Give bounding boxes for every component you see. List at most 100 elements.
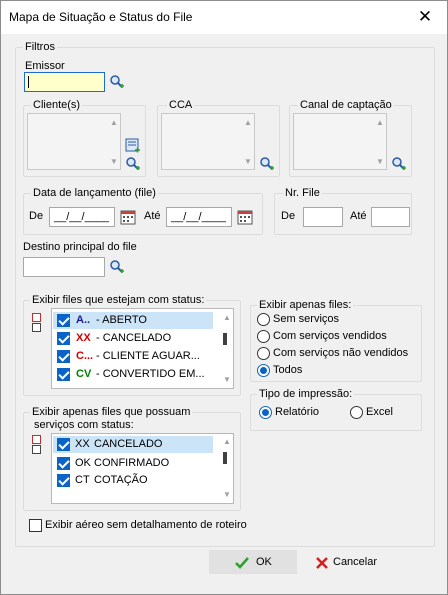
status-item-cliente-aguar[interactable]: C... - CLIENTE AGUAR... bbox=[53, 348, 213, 365]
nr-file-label: Nr. File bbox=[283, 187, 322, 199]
close-icon[interactable]: ✕ bbox=[415, 7, 435, 27]
emissor-label: Emissor bbox=[25, 60, 65, 72]
canal-list[interactable]: ▲ ▼ bbox=[293, 113, 387, 170]
status-text: - ABERTO bbox=[96, 314, 147, 326]
status-checkbox[interactable] bbox=[57, 350, 70, 363]
status-files-label: Exibir files que estejam com status: bbox=[30, 294, 207, 306]
deselect-all-icon[interactable] bbox=[32, 445, 41, 454]
calendar-icon[interactable] bbox=[237, 209, 253, 225]
radio-todos[interactable] bbox=[257, 364, 270, 377]
cliente-label: Cliente(s) bbox=[31, 99, 83, 111]
emissor-input[interactable] bbox=[24, 72, 105, 92]
status-item-cancelado[interactable]: XX - CANCELADO bbox=[53, 330, 213, 347]
nr-file-de-label: De bbox=[281, 210, 296, 222]
destino-label: Destino principal do file bbox=[23, 241, 137, 253]
scroll-up-icon[interactable]: ▲ bbox=[110, 118, 118, 127]
cca-list[interactable]: ▲ ▼ bbox=[161, 113, 255, 170]
servico-item-confirmado[interactable]: OK CONFIRMADO bbox=[53, 455, 213, 472]
data-ate-input[interactable]: __/__/____ bbox=[166, 207, 232, 227]
status-item-convertido[interactable]: CV - CONVERTIDO EM... bbox=[53, 366, 213, 383]
servico-code: XX bbox=[75, 438, 90, 450]
title-bar: Mapa de Situação e Status do File ✕ bbox=[1, 1, 447, 34]
radio-com-servicos-vendidos-label: Com serviços vendidos bbox=[273, 330, 387, 342]
cross-icon bbox=[316, 557, 328, 569]
cancel-button[interactable]: Cancelar bbox=[303, 550, 391, 574]
scroll-down-icon[interactable]: ▼ bbox=[244, 157, 252, 166]
status-checkbox[interactable] bbox=[57, 314, 70, 327]
destino-search-icon[interactable] bbox=[109, 259, 125, 275]
aereo-label: Exibir aéreo sem detalhamento de roteiro bbox=[45, 519, 247, 531]
scrollbar-thumb[interactable] bbox=[223, 452, 227, 464]
window-title: Mapa de Situação e Status do File bbox=[9, 10, 193, 24]
data-de-label: De bbox=[29, 210, 44, 222]
scroll-down-icon[interactable]: ▼ bbox=[223, 490, 231, 499]
status-text: - CLIENTE AGUAR... bbox=[96, 350, 200, 362]
data-lancamento-label: Data de lançamento (file) bbox=[31, 187, 158, 199]
canal-label: Canal de captação bbox=[298, 99, 394, 111]
scrollbar-thumb[interactable] bbox=[223, 333, 227, 345]
tipo-impressao-label: Tipo de impressão: bbox=[257, 388, 355, 400]
nr-file-ate-input[interactable] bbox=[371, 207, 410, 227]
servico-item-cancelado[interactable]: XX CANCELADO bbox=[53, 436, 213, 453]
scroll-up-icon[interactable]: ▲ bbox=[244, 118, 252, 127]
radio-relatorio-label: Relatório bbox=[275, 406, 320, 418]
scroll-up-icon[interactable]: ▲ bbox=[223, 437, 231, 446]
servico-checkbox[interactable] bbox=[57, 457, 70, 470]
servico-checkbox[interactable] bbox=[57, 474, 70, 487]
cca-search-icon[interactable] bbox=[259, 156, 275, 172]
select-all-icon[interactable] bbox=[32, 435, 41, 444]
cca-label: CCA bbox=[167, 99, 195, 111]
checkmark-icon bbox=[235, 557, 249, 569]
radio-com-servicos-nao-vendidos-label: Com serviços não vendidos bbox=[273, 347, 409, 359]
cancel-button-label: Cancelar bbox=[333, 556, 378, 568]
filters-group-label: Filtros bbox=[23, 41, 57, 53]
status-text: - CONVERTIDO EM... bbox=[96, 368, 205, 380]
status-code: CV bbox=[76, 368, 92, 380]
scroll-down-icon[interactable]: ▼ bbox=[376, 157, 384, 166]
dialog-window: Mapa de Situação e Status do File ✕ Filt… bbox=[0, 0, 448, 595]
status-code: C... bbox=[76, 350, 94, 362]
cliente-list[interactable]: ▲ ▼ bbox=[27, 113, 121, 170]
data-de-input[interactable]: __/__/____ bbox=[49, 207, 115, 227]
ok-button[interactable]: OK bbox=[209, 550, 297, 574]
radio-relatorio[interactable] bbox=[259, 406, 272, 419]
radio-sem-servicos[interactable] bbox=[257, 313, 270, 326]
radio-excel-label: Excel bbox=[366, 406, 393, 418]
servico-code: OK bbox=[75, 457, 91, 469]
data-ate-label: Até bbox=[144, 210, 161, 222]
scroll-up-icon[interactable]: ▲ bbox=[376, 118, 384, 127]
scroll-down-icon[interactable]: ▼ bbox=[223, 375, 231, 384]
radio-com-servicos-vendidos[interactable] bbox=[257, 330, 270, 343]
status-code: XX bbox=[76, 332, 91, 344]
servico-text: COTAÇÃO bbox=[94, 474, 148, 486]
status-item-aberto[interactable]: A.. - ABERTO bbox=[53, 312, 213, 329]
servico-checkbox[interactable] bbox=[57, 438, 70, 451]
select-all-icon[interactable] bbox=[32, 313, 41, 322]
status-text: - CANCELADO bbox=[96, 332, 172, 344]
servico-text: CONFIRMADO bbox=[94, 457, 170, 469]
servicos-status-label-2: serviços com status: bbox=[32, 419, 136, 431]
servicos-status-label-1: Exibir apenas files que possuam bbox=[30, 406, 193, 418]
nr-file-ate-label: Até bbox=[350, 210, 367, 222]
scroll-up-icon[interactable]: ▲ bbox=[223, 313, 231, 322]
servico-text: CANCELADO bbox=[94, 438, 163, 450]
nr-file-de-input[interactable] bbox=[303, 207, 343, 227]
radio-sem-servicos-label: Sem serviços bbox=[273, 313, 340, 325]
calendar-icon[interactable] bbox=[120, 209, 136, 225]
radio-com-servicos-nao-vendidos[interactable] bbox=[257, 347, 270, 360]
emissor-search-icon[interactable] bbox=[109, 74, 125, 90]
exibir-apenas-label: Exibir apenas files: bbox=[257, 299, 354, 311]
cliente-list-icon[interactable] bbox=[125, 138, 141, 154]
status-checkbox[interactable] bbox=[57, 332, 70, 345]
radio-excel[interactable] bbox=[350, 406, 363, 419]
aereo-checkbox[interactable] bbox=[29, 519, 42, 532]
radio-todos-label: Todos bbox=[273, 364, 303, 376]
deselect-all-icon[interactable] bbox=[32, 323, 41, 332]
cliente-search-icon[interactable] bbox=[125, 156, 141, 172]
ok-button-label: OK bbox=[256, 556, 272, 568]
destino-input[interactable] bbox=[23, 257, 105, 277]
servico-item-cotacao[interactable]: CT COTAÇÃO bbox=[53, 472, 213, 489]
canal-search-icon[interactable] bbox=[391, 156, 407, 172]
scroll-down-icon[interactable]: ▼ bbox=[110, 157, 118, 166]
status-checkbox[interactable] bbox=[57, 368, 70, 381]
